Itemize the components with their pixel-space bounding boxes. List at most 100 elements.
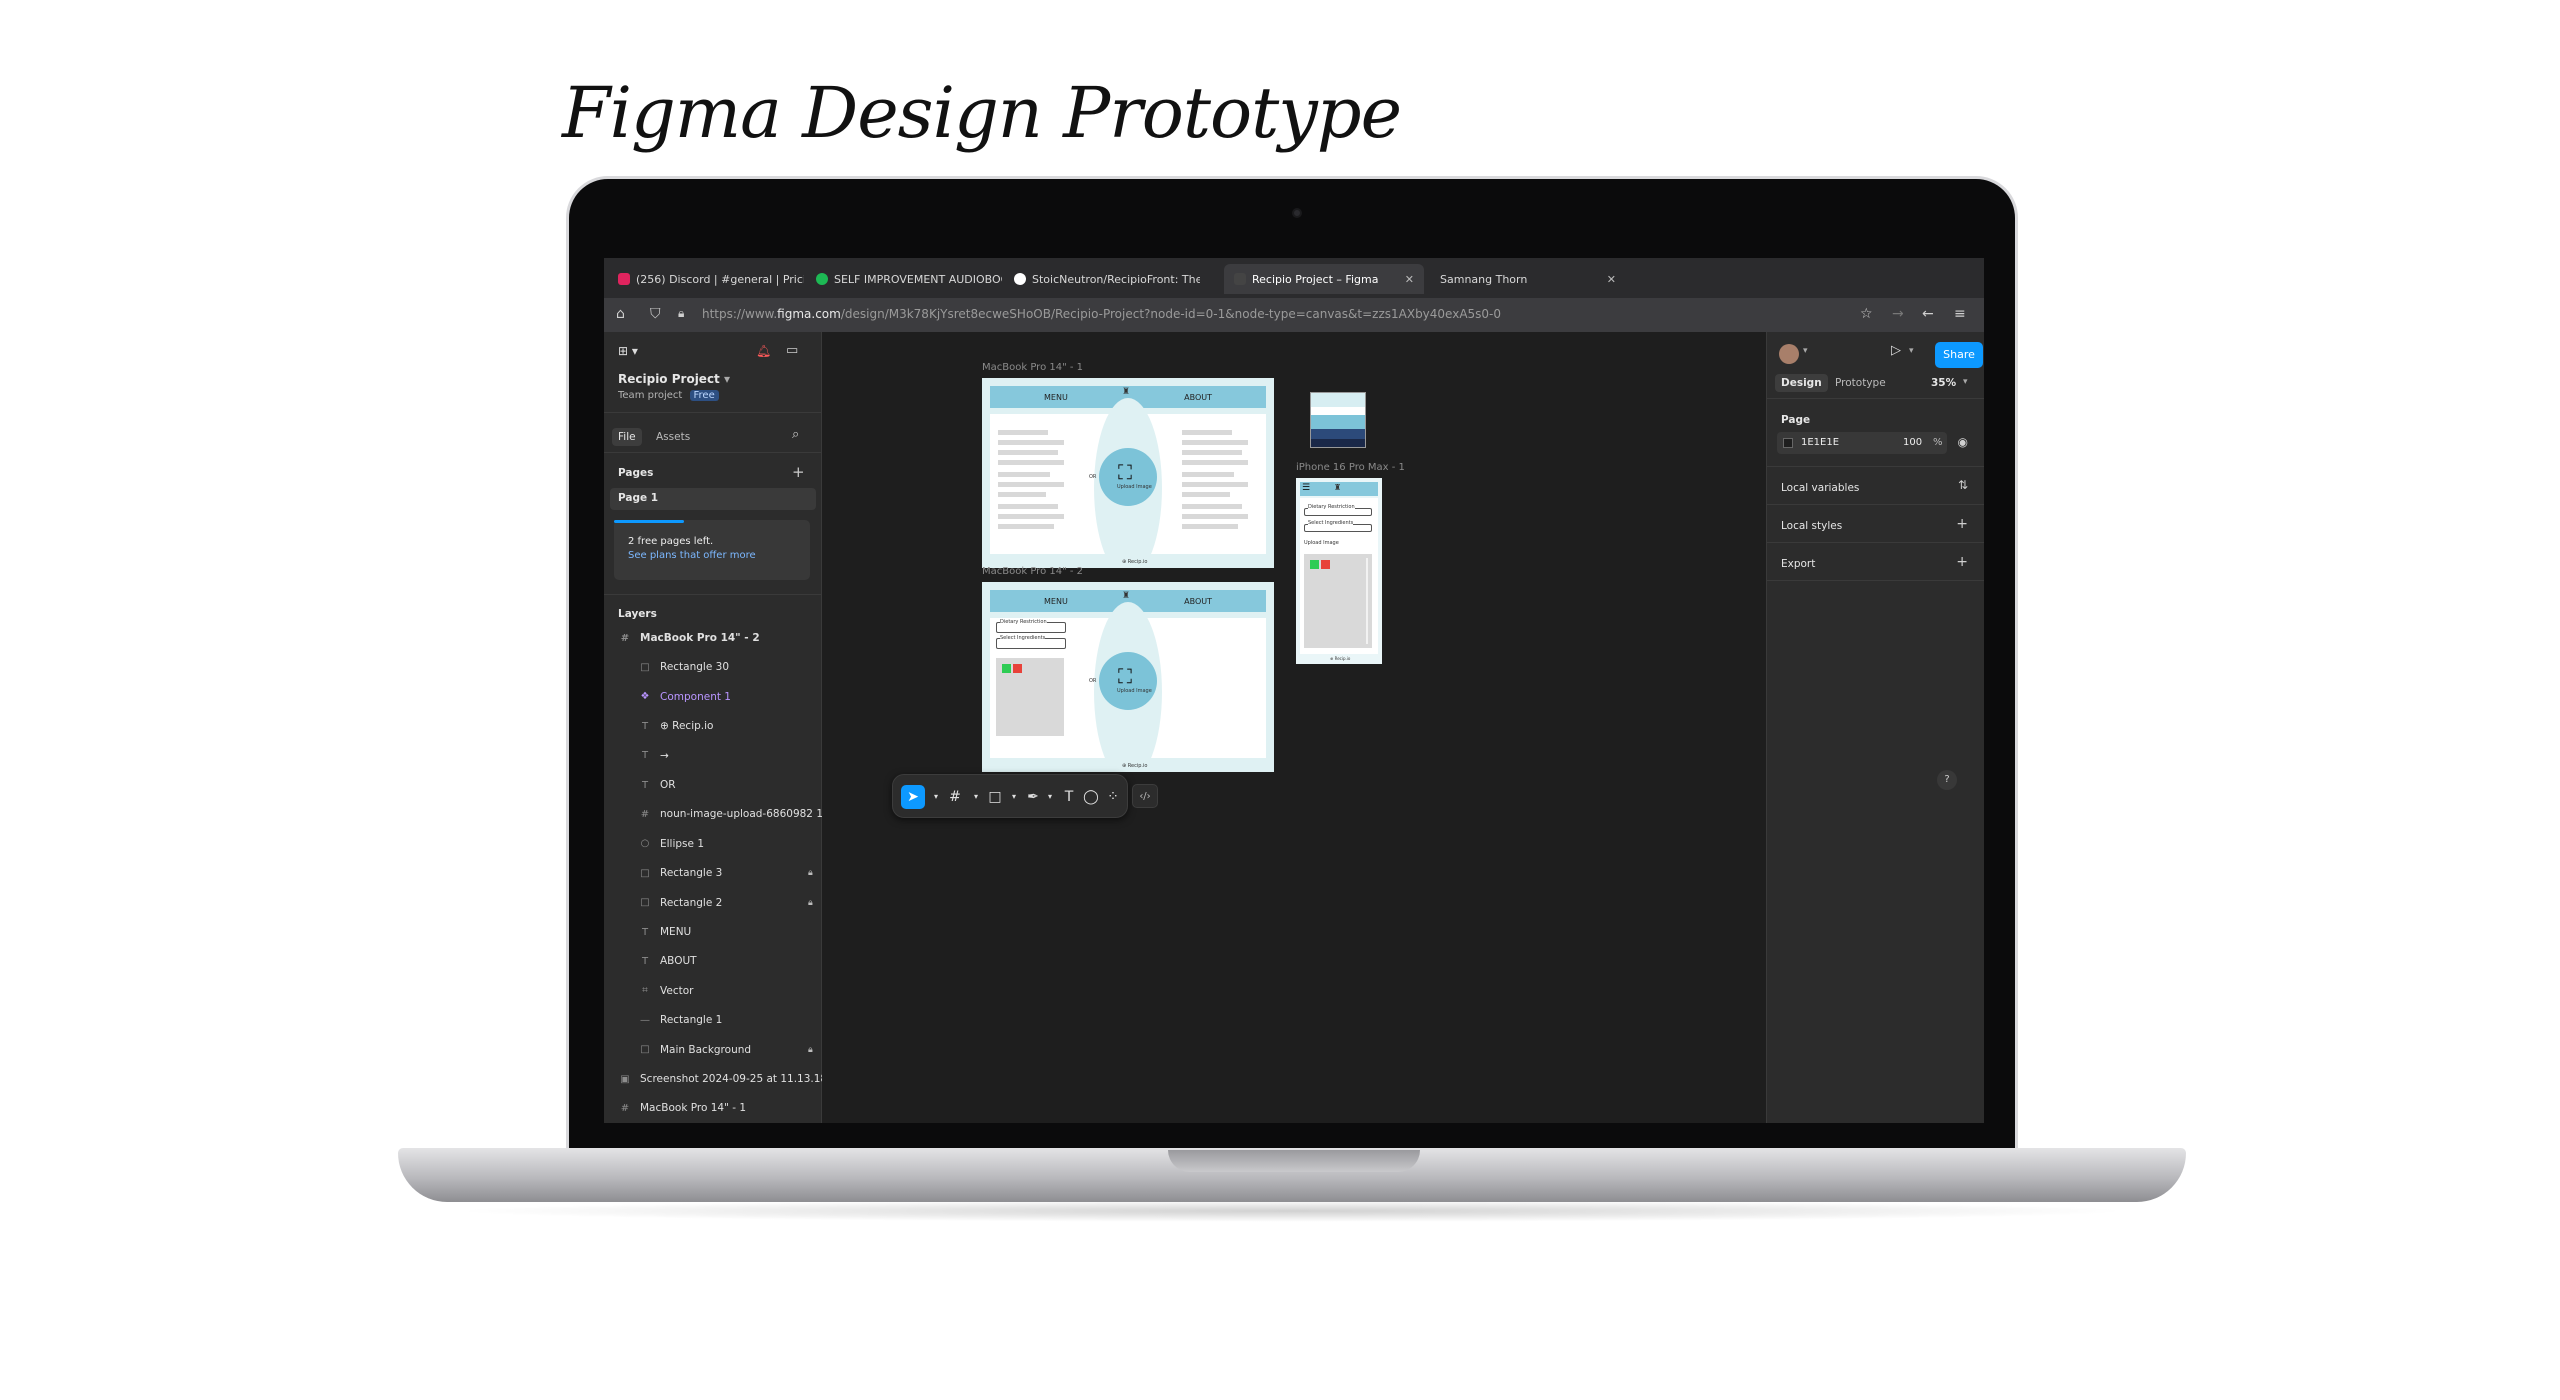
bg-hex[interactable]: 1E1E1E [1801,437,1839,448]
layer-row[interactable]: T ⊕ Recip.io [638,716,714,736]
frame-macbook-1[interactable]: MENU ABOUT ♜ ⛶ Upload Image OR ⊕ Recip.i… [982,378,1274,568]
frame-iphone[interactable]: ☰ ♜ Dietary Restriction Select Ingredien… [1296,478,1382,664]
actions-tool-icon[interactable]: ⁘ [1101,785,1125,809]
frame-label[interactable]: MacBook Pro 14" - 2 [982,566,1083,577]
share-button[interactable]: Share [1935,342,1983,368]
plans-link[interactable]: See plans that offer more [628,550,756,561]
star-icon[interactable]: ☆ [1860,306,1873,322]
layer-row[interactable]: ▣ Screenshot 2024-09-25 at 11.13.18... [618,1069,837,1089]
frame-macbook-2[interactable]: MENU ABOUT ♜ Dietary Restriction Select … [982,582,1274,772]
layer-label: Rectangle 1 [660,1014,723,1027]
layer-type-icon: ❖ [640,691,650,703]
layers-heading: Layers [618,608,657,620]
chevron-down-icon[interactable]: ▾ [1963,377,1968,387]
zoom-level[interactable]: 35% [1931,377,1956,389]
menu-icon[interactable]: ≡ [1954,306,1966,322]
tab-design[interactable]: Design [1775,374,1828,392]
page-item-1[interactable]: Page 1 [610,488,816,510]
text-tool-icon[interactable]: T [1057,785,1081,809]
layer-row[interactable]: □ Rectangle 2 🔒︎ [638,893,813,913]
lock-icon[interactable]: 🔒︎ [808,898,813,908]
layer-row[interactable]: T OR [638,775,676,795]
tab-audiobook[interactable]: SELF IMPROVEMENT AUDIOBOO ✕ [806,264,1002,294]
avatar[interactable] [1779,344,1799,364]
layer-row[interactable]: □ Rectangle 3 🔒︎ [638,863,813,883]
chevron-down-icon[interactable]: ▾ [1803,346,1808,356]
tab-file[interactable]: File [612,428,642,446]
bg-color-swatch[interactable] [1783,438,1793,448]
swatch [1311,429,1365,439]
layer-row[interactable]: # MacBook Pro 14" - 2 [618,628,760,648]
address-field[interactable]: https://www.figma.com/design/M3k78KjYsre… [702,307,1501,321]
local-styles[interactable]: Local styles [1781,520,1842,532]
figma-menu-icon[interactable]: ⊞ ▾ [618,344,638,358]
eye-icon[interactable]: ◉ [1958,435,1968,449]
local-variables[interactable]: Local variables [1781,482,1859,494]
tab-prototype[interactable]: Prototype [1835,377,1886,389]
chevron-down-icon[interactable]: ▾ [1909,346,1914,356]
chevron-down-icon[interactable]: ▾ [1007,785,1021,809]
chevron-down-icon[interactable]: ▾ [969,785,983,809]
close-icon[interactable]: ✕ [1405,273,1414,286]
lock-icon[interactable]: 🔒︎ [808,1045,813,1055]
pen-tool-icon[interactable]: ✒ [1021,785,1045,809]
pages-heading: Pages [618,467,654,479]
chevron-down-icon[interactable]: ▾ [1043,785,1057,809]
tab-samnang[interactable]: Samnang Thorn ✕ [1430,264,1626,294]
dev-mode-icon[interactable]: ‹/› [1132,784,1158,808]
move-tool-icon[interactable]: ➤ [901,785,925,809]
add-page-icon[interactable]: + [792,463,805,481]
layer-row[interactable]: □ Rectangle 30 [638,657,729,677]
home-icon[interactable]: ⌂ [616,306,625,322]
frame-label[interactable]: MacBook Pro 14" - 1 [982,362,1083,373]
frame-label[interactable]: iPhone 16 Pro Max - 1 [1296,462,1405,473]
forward-icon[interactable]: → [1892,306,1904,322]
sidebar-toggle-icon[interactable]: ▭ [786,343,798,358]
layer-label: → [660,749,669,762]
add-export-icon[interactable]: + [1956,554,1968,570]
text-line [1182,460,1248,465]
layer-row[interactable]: ○ Ellipse 1 [638,834,704,854]
export[interactable]: Export [1781,558,1815,570]
page-bg-field[interactable]: 1E1E1E 100 % [1777,432,1947,454]
lock-icon[interactable]: 🔒︎ [808,868,813,878]
text-line [998,460,1064,465]
layer-row[interactable]: # noun-image-upload-6860982 1 [638,804,823,824]
tab-github[interactable]: StoicNeutron/RecipioFront: The ✕ [1004,264,1200,294]
back-icon[interactable]: ← [1922,306,1934,322]
tab-figma[interactable]: Recipio Project – Figma ✕ [1224,264,1424,294]
design-canvas[interactable]: MacBook Pro 14" - 1 MENU ABOUT ♜ ⛶ Uploa… [822,332,1766,1123]
layer-row[interactable]: ❖ Component 1 [638,687,731,707]
layer-row[interactable]: ⌗ Vector [638,981,693,1001]
search-icon[interactable]: ⌕ [792,427,799,442]
bg-opacity[interactable]: 100 [1903,437,1922,448]
upload-text: Upload Image [1117,484,1152,490]
tab-assets[interactable]: Assets [656,431,690,443]
tab-discord[interactable]: (256) Discord | #general | Pricif ✕ [608,264,804,294]
close-icon[interactable]: ✕ [1607,273,1616,286]
scrollbar[interactable] [1366,558,1368,644]
ingredients-label: Select Ingredients [1000,635,1046,641]
layer-type-icon: — [640,1014,650,1026]
layer-row[interactable]: # MacBook Pro 14" - 1 [618,1098,746,1118]
frame-tool-icon[interactable]: # [943,785,967,809]
add-style-icon[interactable]: + [1956,516,1968,532]
green-swatch [1310,560,1319,569]
project-name[interactable]: Recipio Project ▾ [618,372,730,386]
rectangle-tool-icon[interactable]: □ [983,785,1007,809]
variables-icon[interactable]: ⇅ [1958,478,1968,492]
color-palette-thumb[interactable] [1310,392,1366,448]
help-icon[interactable]: ? [1937,770,1957,790]
discord-icon [618,273,630,285]
bell-icon[interactable]: 🔔︎ [756,344,771,358]
layer-row[interactable]: T ABOUT [638,951,697,971]
layer-row[interactable]: T MENU [638,922,691,942]
play-icon[interactable]: ▷ [1891,343,1901,358]
shield-icon[interactable]: ⛉ [650,306,661,322]
layer-label: OR [660,779,676,791]
layer-row[interactable]: — Rectangle 1 [638,1010,722,1030]
chevron-down-icon[interactable]: ▾ [929,785,943,809]
layer-row[interactable]: □ Main Background 🔒︎ [638,1040,813,1060]
comment-tool-icon[interactable]: ◯ [1079,785,1103,809]
layer-row[interactable]: T → [638,746,669,766]
